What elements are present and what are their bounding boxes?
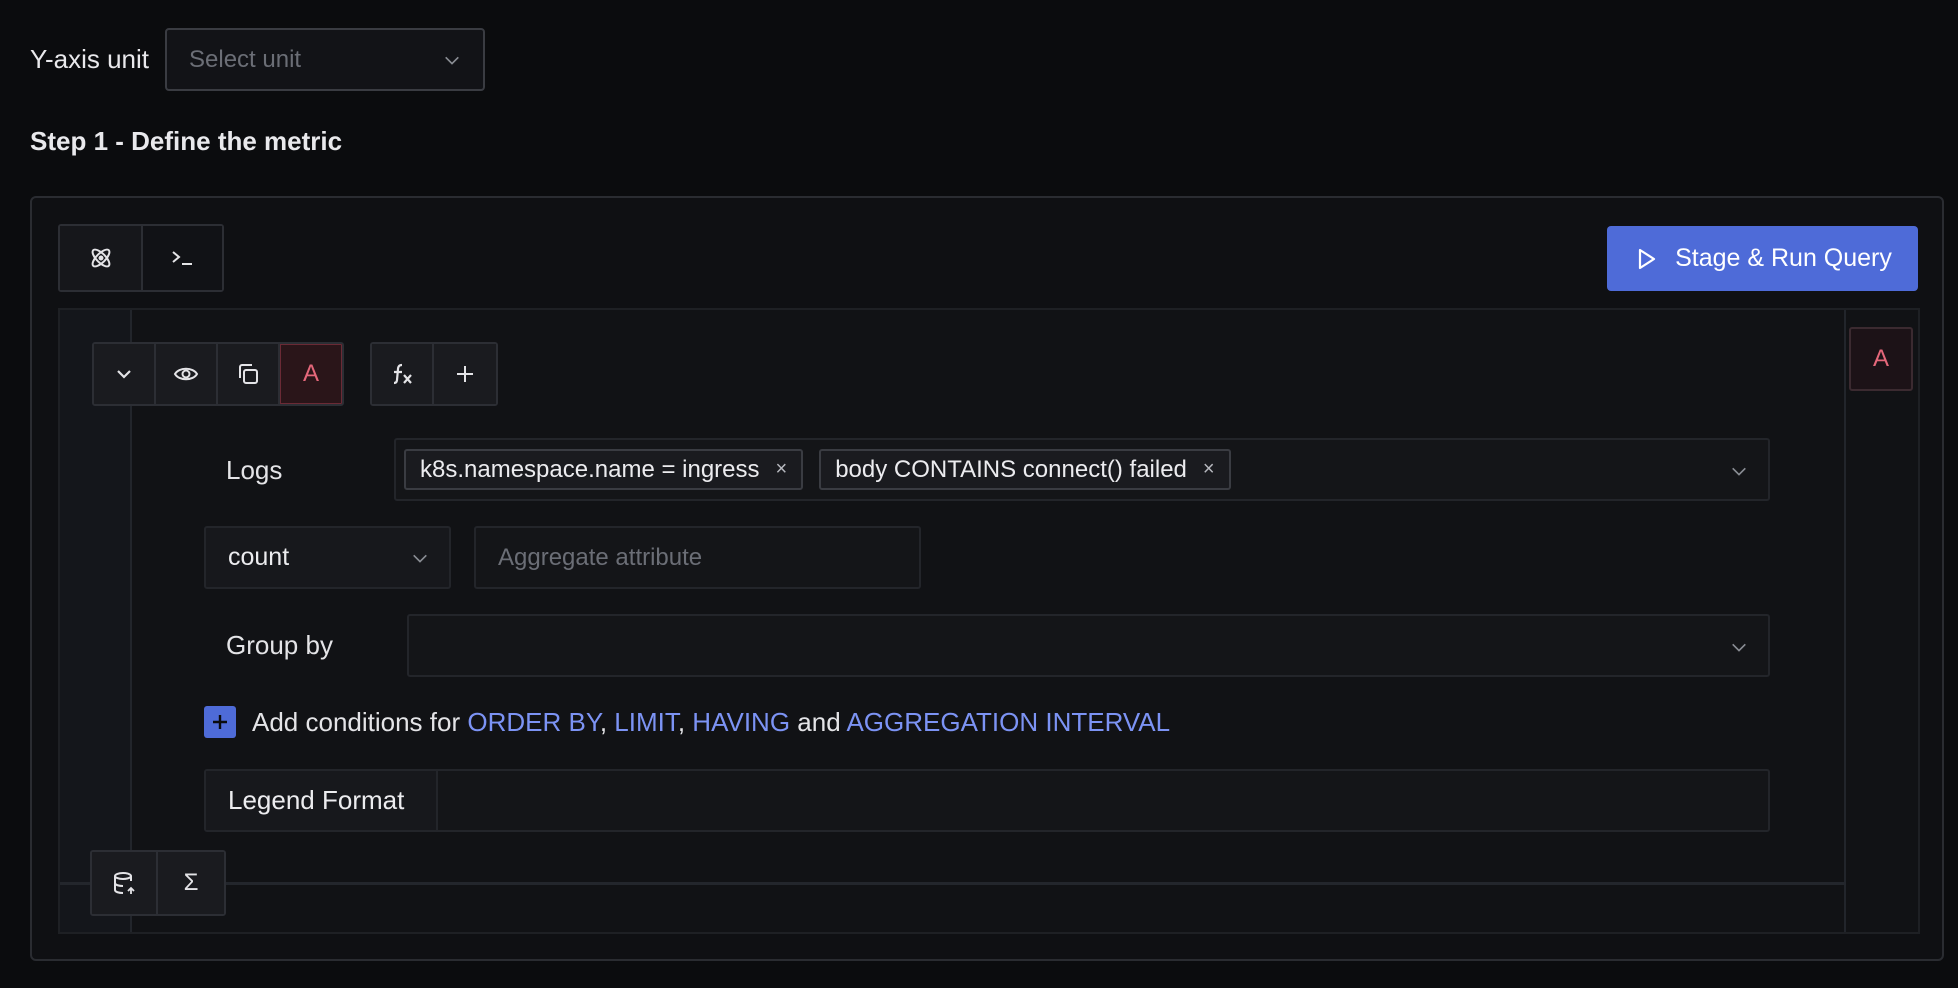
plus-icon: [457, 366, 473, 382]
yaxis-unit-label: Y-axis unit: [30, 44, 149, 74]
step-title: Step 1 - Define the metric: [30, 126, 343, 156]
chevron-down-icon: [413, 554, 427, 563]
query-builder-tab[interactable]: [60, 226, 141, 290]
toggle-visibility-button[interactable]: [156, 344, 218, 404]
having-keyword: HAVING: [692, 706, 791, 737]
chevron-down-icon: [445, 56, 459, 65]
aggregation-interval-keyword: AGGREGATION INTERVAL: [846, 706, 1171, 737]
query-actions-group: A: [92, 342, 344, 406]
add-query-button[interactable]: [434, 344, 496, 404]
add-conditions-button[interactable]: [204, 706, 236, 738]
conditions-separator: ,: [677, 706, 693, 737]
close-icon[interactable]: ×: [776, 458, 788, 481]
group-by-select[interactable]: [407, 614, 1770, 677]
chevron-down-icon: [1732, 643, 1746, 652]
limit-keyword: LIMIT: [614, 706, 678, 737]
aggregate-operator-value: count: [228, 543, 290, 571]
conditions-and: and: [790, 706, 847, 737]
terminal-icon: [171, 251, 192, 265]
query-builder: A A Logs k8s.namespace.name = ingress × …: [58, 308, 1920, 934]
sigma-icon: Σ: [183, 869, 199, 896]
add-query-datasource-button[interactable]: [92, 852, 158, 914]
eye-icon: [173, 367, 199, 381]
legend-format-row: Legend Format: [204, 769, 1770, 832]
copy-icon: [239, 364, 258, 384]
filter-chip[interactable]: k8s.namespace.name = ingress ×: [404, 449, 804, 490]
clone-query-button[interactable]: [218, 344, 280, 404]
stage-run-query-label: Stage & Run Query: [1675, 244, 1892, 272]
query-right-rail: A: [1844, 310, 1918, 932]
order-by-keyword: ORDER BY: [467, 706, 600, 737]
play-icon: [1638, 248, 1656, 269]
function-icon: [393, 363, 412, 385]
conditions-separator: ,: [599, 706, 615, 737]
aggregate-attribute-input[interactable]: Aggregate attribute: [474, 526, 921, 589]
legend-format-label: Legend Format: [206, 771, 438, 830]
plus-icon: [213, 715, 227, 729]
database-icon: [114, 872, 135, 894]
datasource-label: Logs: [226, 455, 283, 485]
stage-run-query-button[interactable]: Stage & Run Query: [1607, 226, 1918, 291]
chevron-down-icon: [117, 370, 131, 379]
legend-format-input[interactable]: [438, 771, 1768, 830]
query-letter-tag[interactable]: A: [280, 344, 342, 404]
filter-chip-text: body CONTAINS connect() failed: [835, 455, 1187, 483]
aggregate-attribute-placeholder: Aggregate attribute: [498, 543, 703, 571]
aggregate-operator-select[interactable]: count: [204, 526, 451, 589]
formula-actions-group: [370, 342, 498, 406]
add-conditions-text: Add conditions for ORDER BY, LIMIT, HAVI…: [252, 707, 1170, 738]
query-code-tab[interactable]: [141, 226, 222, 290]
close-icon[interactable]: ×: [1203, 458, 1215, 481]
add-conditions-row[interactable]: Add conditions for ORDER BY, LIMIT, HAVI…: [204, 706, 1170, 738]
query-rail-letter[interactable]: A: [1849, 327, 1913, 391]
add-formula-button[interactable]: Σ: [158, 852, 224, 914]
query-panel: Stage & Run Query A A Logs k8s.namespace…: [30, 196, 1944, 961]
chevron-down-icon: [1732, 467, 1746, 476]
query-toolbar: A: [92, 342, 498, 406]
collapse-query-button[interactable]: [94, 344, 156, 404]
unit-select-placeholder: Select unit: [189, 45, 302, 73]
query-mode-tabs: [58, 224, 224, 292]
conditions-prefix: Add conditions for: [252, 706, 468, 737]
add-function-button[interactable]: [372, 344, 434, 404]
yaxis-unit-row: Y-axis unit Select unit: [30, 28, 485, 91]
builder-divider: [60, 882, 1846, 885]
unit-select[interactable]: Select unit: [165, 28, 485, 91]
atom-icon: [91, 248, 110, 268]
filter-chip-text: k8s.namespace.name = ingress: [420, 455, 760, 483]
filter-chip[interactable]: body CONTAINS connect() failed ×: [819, 449, 1231, 490]
filter-search-box[interactable]: k8s.namespace.name = ingress × body CONT…: [394, 438, 1770, 501]
group-by-label: Group by: [226, 630, 333, 660]
bottom-tools: Σ: [90, 850, 226, 916]
